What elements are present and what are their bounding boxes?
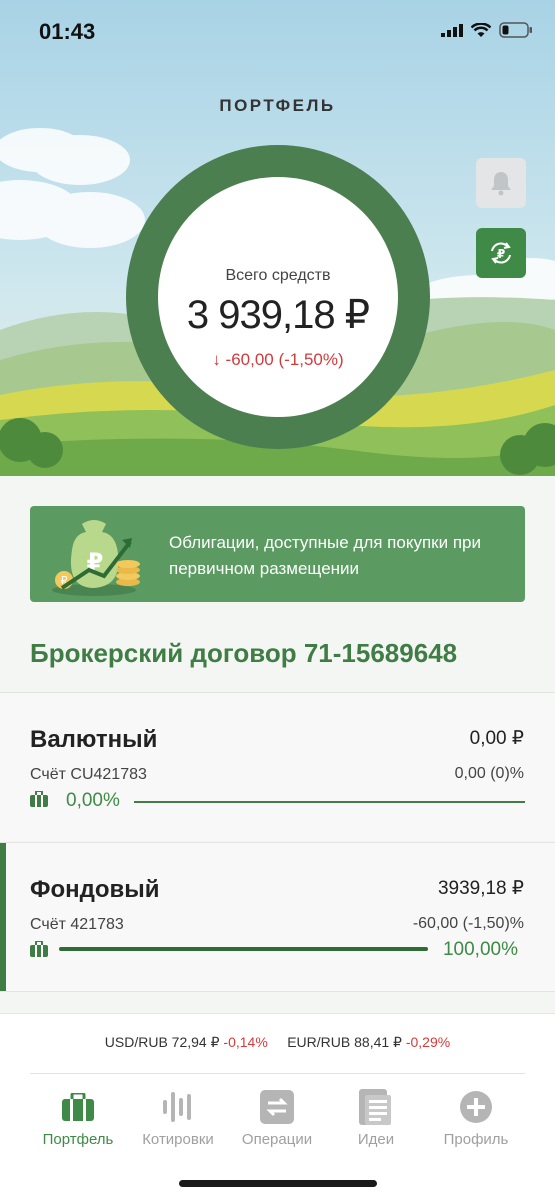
signal-icon	[441, 24, 463, 37]
tab-ideas[interactable]: Идеи	[326, 1087, 426, 1148]
tab-profile[interactable]: Профиль	[426, 1087, 526, 1148]
home-indicator[interactable]	[179, 1180, 377, 1187]
tab-label: Котировки	[142, 1131, 214, 1148]
selected-accent	[0, 843, 6, 991]
briefcase-icon	[30, 941, 48, 957]
tab-divider	[30, 1073, 525, 1074]
tab-label: Операции	[241, 1131, 313, 1148]
battery-icon	[499, 22, 532, 38]
rate-usd: USD/RUB 72,94 ₽	[104, 1034, 220, 1050]
exchange-rates-bar: USD/RUB 72,94 ₽ -0,14% EUR/RUB 88,41 ₽ -…	[0, 1013, 555, 1074]
total-change-value: -60,00 (-1,50%)	[225, 350, 344, 369]
status-icons	[441, 22, 533, 38]
wifi-icon	[471, 22, 491, 37]
total-value: 3 939,18 ₽	[186, 293, 370, 337]
account-name: Валютный	[30, 726, 158, 753]
account-sum: 3939,18 ₽	[437, 878, 524, 899]
account-change: -60,00 (-1,50)%	[412, 915, 524, 932]
tab-quotes[interactable]: Котировки	[128, 1087, 228, 1148]
tab-operations[interactable]: Операции	[227, 1087, 327, 1148]
exchange-rates: USD/RUB 72,94 ₽ -0,14% EUR/RUB 88,41 ₽ -…	[0, 1034, 555, 1051]
profile-plus-icon	[460, 1091, 492, 1123]
banner-text: Облигации, доступные для покупки при пер…	[169, 533, 481, 578]
notifications-button[interactable]	[476, 158, 526, 208]
account-share: 0,00%	[66, 790, 120, 811]
bell-icon	[491, 172, 511, 196]
portfolio-ring-chart[interactable]: Всего средств 3 939,18 ₽ ↓ -60,00 (-1,50…	[126, 145, 430, 449]
account-change: 0,00 (0)%	[454, 765, 524, 782]
status-time: 01:43	[39, 19, 96, 44]
briefcase-icon	[62, 1093, 94, 1121]
tab-portfolio[interactable]: Портфель	[28, 1087, 128, 1148]
currency-exchange-button[interactable]: ₽	[476, 228, 526, 278]
tab-label: Идеи	[357, 1131, 395, 1148]
account-card-currency[interactable]: Валютный Счёт CU421783 0,00 ₽ 0,00 (0)% …	[0, 692, 555, 841]
account-share-line	[134, 801, 525, 803]
ideas-icon	[359, 1089, 391, 1125]
account-sum: 0,00 ₽	[469, 728, 524, 749]
tab-label: Профиль	[443, 1131, 509, 1148]
tab-label: Портфель	[42, 1131, 114, 1148]
brokerage-contract-title[interactable]: Брокерский договор 71-15689648	[30, 638, 457, 669]
account-number: Счёт 421783	[30, 916, 124, 933]
account-name: Фондовый	[30, 876, 160, 903]
account-card-stock[interactable]: Фондовый Счёт 421783 3939,18 ₽ -60,00 (-…	[0, 842, 555, 992]
svg-text:₽: ₽	[497, 247, 505, 261]
money-bag-icon: ₽ ₽	[52, 520, 140, 596]
total-label: Всего средств	[225, 267, 331, 284]
briefcase-icon	[30, 791, 48, 807]
bonds-promo-banner[interactable]: ₽ ₽ Облигации, доступные для покупки при…	[30, 506, 525, 602]
total-change: ↓ -60,00 (-1,50%)	[158, 350, 398, 370]
account-share: 100,00%	[442, 939, 518, 960]
ruble-refresh-icon: ₽	[491, 242, 511, 264]
arrow-down-icon: ↓	[212, 350, 226, 369]
account-share-bar	[59, 947, 428, 951]
portfolio-summary: Всего средств 3 939,18 ₽ ↓ -60,00 (-1,50…	[158, 177, 398, 417]
rate-eur-change: -0,29%	[405, 1034, 451, 1050]
quotes-icon	[163, 1092, 191, 1122]
account-number: Счёт CU421783	[30, 766, 147, 783]
rate-eur: EUR/RUB 88,41 ₽	[287, 1034, 402, 1050]
rate-usd-change: -0,14%	[223, 1034, 268, 1050]
operations-icon	[260, 1090, 294, 1124]
status-bar: 01:43	[0, 0, 555, 60]
page-title: ПОРТФЕЛЬ	[219, 96, 336, 115]
